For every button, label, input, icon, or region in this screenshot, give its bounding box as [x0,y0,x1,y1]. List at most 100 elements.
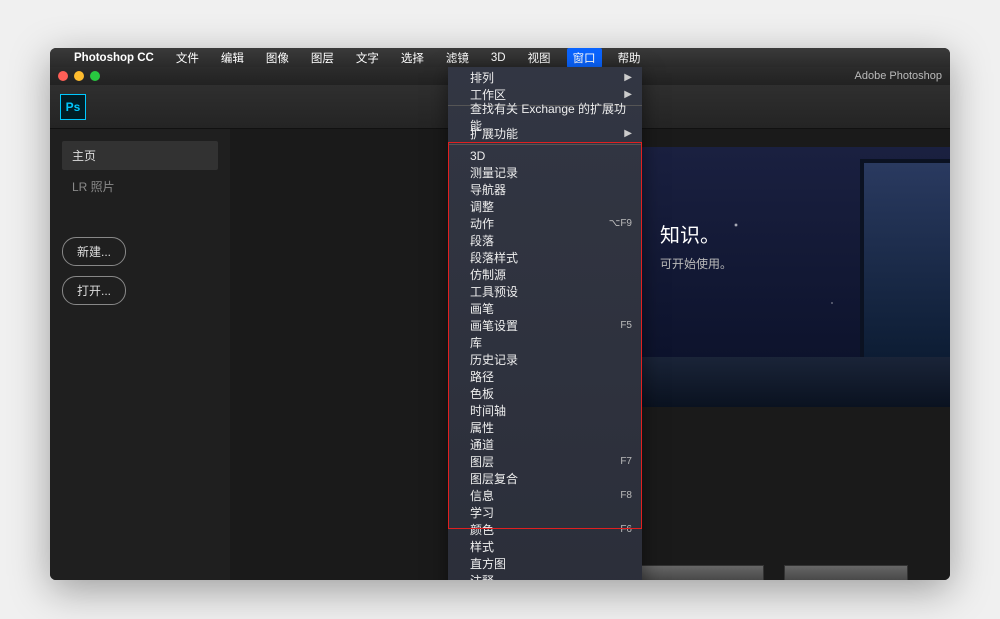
menu-item-label: 段落样式 [470,249,518,266]
menu-item-panel[interactable]: 颜色 F6 [448,521,642,538]
menu-item-panel[interactable]: 画笔 [448,300,642,317]
sidebar-item-lr-photos[interactable]: LR 照片 [62,172,218,201]
menu-item-label: 通道 [470,436,494,453]
menu-type[interactable]: 文字 [350,48,385,68]
menu-item-arrange[interactable]: 排列 ▶ [448,69,642,86]
menu-item-panel[interactable]: 库 [448,334,642,351]
menu-item-label: 工具预设 [470,283,518,300]
promo-floor [640,357,950,407]
app-window: Photoshop CC 文件 编辑 图像 图层 文字 选择 滤镜 3D 视图 … [50,48,950,580]
menu-item-panel[interactable]: 直方图 [448,555,642,572]
menu-item-panel[interactable]: 历史记录 [448,351,642,368]
menu-shortcut: F6 [620,524,632,535]
menu-item-exchange[interactable]: 查找有关 Exchange 的扩展功能... [448,108,642,125]
menu-item-panel[interactable]: 测量记录 [448,164,642,181]
menu-image[interactable]: 图像 [260,48,295,68]
menu-item-panel[interactable]: 信息 F8 [448,487,642,504]
menu-item-label: 颜色 [470,521,494,538]
menu-select[interactable]: 选择 [395,48,430,68]
menu-item-label: 直方图 [470,555,506,572]
menu-item-label: 图层复合 [470,470,518,487]
menu-edit[interactable]: 编辑 [215,48,250,68]
close-icon[interactable] [58,71,68,81]
menu-item-panel[interactable]: 属性 [448,419,642,436]
menu-item-label: 3D [470,149,485,163]
menu-view[interactable]: 视图 [522,48,557,68]
menu-item-label: 测量记录 [470,164,518,181]
menu-shortcut: F7 [620,456,632,467]
menu-item-panel[interactable]: 动作 ⌥F9 [448,215,642,232]
menu-item-label: 注释 [470,572,494,580]
minimize-icon[interactable] [74,71,84,81]
menu-item-label: 图层 [470,453,494,470]
mac-menubar: Photoshop CC 文件 编辑 图像 图层 文字 选择 滤镜 3D 视图 … [50,48,950,67]
menu-shortcut: F8 [620,490,632,501]
zoom-icon[interactable] [90,71,100,81]
chevron-right-icon: ▶ [624,89,632,100]
menu-item-label: 仿制源 [470,266,506,283]
menu-help[interactable]: 帮助 [612,48,647,68]
ps-logo-icon[interactable]: Ps [60,94,86,120]
window-menu-dropdown: 排列 ▶ 工作区 ▶ 查找有关 Exchange 的扩展功能... 扩展功能 ▶… [448,67,642,580]
tutorial-thumbnails: Florian Monfrini MONFRINI [640,565,908,580]
promo-window-shape [860,159,950,379]
menu-item-panel[interactable]: 样式 [448,538,642,555]
home-sidebar: 主页 LR 照片 新建... 打开... [50,129,230,580]
menu-item-label: 历史记录 [470,351,518,368]
menu-item-panel[interactable]: 3D [448,147,642,164]
chevron-right-icon: ▶ [624,128,632,139]
menu-item-panel[interactable]: 时间轴 [448,402,642,419]
menu-item-label: 时间轴 [470,402,506,419]
menu-item-label: 学习 [470,504,494,521]
menu-filter[interactable]: 滤镜 [440,48,475,68]
menu-item-extensions[interactable]: 扩展功能 ▶ [448,125,642,142]
menu-3d[interactable]: 3D [485,50,512,66]
menu-item-label: 排列 [470,69,494,86]
sidebar-item-home[interactable]: 主页 [62,141,218,170]
traffic-lights [58,71,100,81]
menu-item-panel[interactable]: 工具预设 [448,283,642,300]
menu-item-panel[interactable]: 仿制源 [448,266,642,283]
menu-item-label: 导航器 [470,181,506,198]
menu-item-label: 画笔设置 [470,317,518,334]
chevron-right-icon: ▶ [624,72,632,83]
menu-item-panel[interactable]: 注释 [448,572,642,580]
menu-item-panel[interactable]: 段落样式 [448,249,642,266]
menubar-app-name[interactable]: Photoshop CC [68,50,160,66]
tutorial-thumb[interactable]: MONFRINI [784,565,908,580]
new-button[interactable]: 新建... [62,237,126,266]
menu-item-panel[interactable]: 通道 [448,436,642,453]
tutorial-thumb[interactable]: Florian Monfrini [640,565,764,580]
promo-panel: 知识。 可开始使用。 ✥ ✎ T [640,147,950,407]
menu-item-panel[interactable]: 画笔设置 F5 [448,317,642,334]
menu-item-label: 扩展功能 [470,125,518,142]
menu-layer[interactable]: 图层 [305,48,340,68]
menu-shortcut: ⌥F9 [609,218,632,229]
menu-item-label: 信息 [470,487,494,504]
menu-separator [448,144,642,145]
menu-item-panel[interactable]: 路径 [448,368,642,385]
menu-item-panel[interactable]: 图层复合 [448,470,642,487]
menu-item-panel[interactable]: 图层 F7 [448,453,642,470]
menu-item-panel[interactable]: 段落 [448,232,642,249]
open-button[interactable]: 打开... [62,276,126,305]
menu-item-label: 画笔 [470,300,494,317]
menu-item-label: 路径 [470,368,494,385]
menu-item-label: 调整 [470,198,494,215]
menu-file[interactable]: 文件 [170,48,205,68]
promo-subtext: 可开始使用。 [660,255,732,272]
menu-item-label: 样式 [470,538,494,555]
promo-headline: 知识。 [660,219,720,248]
menu-item-label: 库 [470,334,482,351]
menu-window[interactable]: 窗口 [567,48,602,68]
window-title: Adobe Photoshop [855,70,942,82]
menu-item-panel[interactable]: 导航器 [448,181,642,198]
menu-item-panel[interactable]: 色板 [448,385,642,402]
menu-item-label: 色板 [470,385,494,402]
menu-item-label: 属性 [470,419,494,436]
menu-item-label: 段落 [470,232,494,249]
menu-item-panel[interactable]: 调整 [448,198,642,215]
menu-item-panel[interactable]: 学习 [448,504,642,521]
menu-item-label: 动作 [470,215,494,232]
menu-shortcut: F5 [620,320,632,331]
